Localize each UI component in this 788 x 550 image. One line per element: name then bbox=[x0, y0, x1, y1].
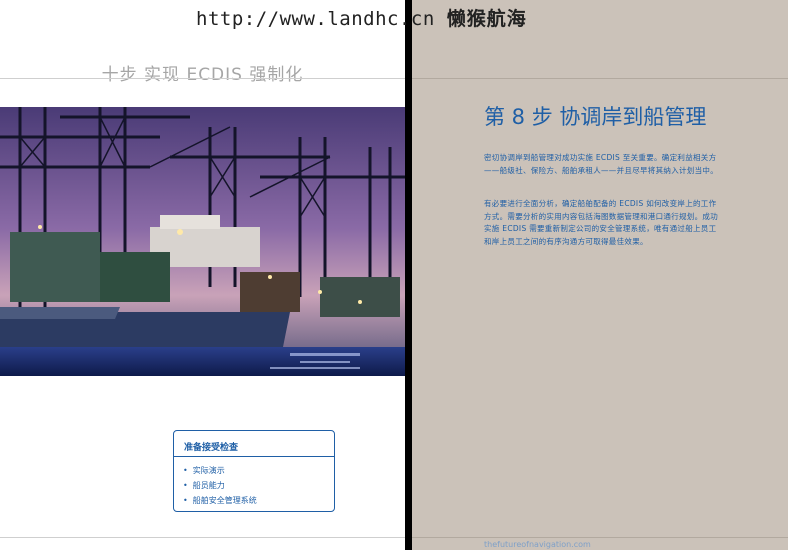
left-header-rule bbox=[0, 78, 405, 79]
bullet-icon: • bbox=[183, 481, 188, 490]
right-footer-rule bbox=[412, 537, 788, 538]
checklist-divider bbox=[174, 456, 334, 457]
checklist-items: • 实际演示 • 船员能力 • 船舶安全管理系统 bbox=[174, 463, 334, 508]
checklist-item: • 船舶安全管理系统 bbox=[183, 493, 334, 508]
watermark-brand: 懒猴航海 bbox=[446, 8, 527, 30]
left-footer-rule bbox=[0, 537, 405, 538]
footer-url-link[interactable]: thefutureofnavigation.com bbox=[484, 540, 591, 549]
page-spine bbox=[405, 0, 412, 550]
body-paragraph: 有必要进行全面分析，确定船舶配备的 ECDIS 如何改变岸上的工作方式。需要分析… bbox=[484, 199, 718, 246]
checklist-item: • 船员能力 bbox=[183, 478, 334, 493]
checklist-box: 准备接受检查 • 实际演示 • 船员能力 • 船舶安全管理系统 bbox=[173, 430, 335, 512]
watermark-url: http://www.landhc.cn bbox=[196, 8, 435, 30]
checklist-item-label: 实际演示 bbox=[192, 466, 225, 475]
right-header-rule bbox=[412, 78, 788, 79]
watermark: http://www.landhc.cn 懒猴航海 bbox=[196, 4, 527, 30]
checklist-item-label: 船舶安全管理系统 bbox=[192, 496, 257, 505]
bullet-icon: • bbox=[183, 466, 188, 475]
right-page: 第 8 步 协调岸到船管理 密切协调岸到船管理对成功实施 ECDIS 至关重要。… bbox=[412, 0, 788, 550]
body-paragraph: 密切协调岸到船管理对成功实施 ECDIS 至关重要。确定利益相关方——船级社、保… bbox=[484, 153, 718, 175]
port-crane-photo bbox=[0, 107, 405, 376]
bullet-icon: • bbox=[183, 496, 188, 505]
left-page: 十步 实现 ECDIS 强制化 准备接受检查 • 实际演示 • 船员能力 • 船… bbox=[0, 0, 405, 550]
checklist-title: 准备接受检查 bbox=[184, 443, 239, 453]
checklist-item: • 实际演示 bbox=[183, 463, 334, 478]
running-title: 十步 实现 ECDIS 强制化 bbox=[101, 65, 304, 85]
checklist-item-label: 船员能力 bbox=[192, 481, 225, 490]
step-title: 第 8 步 协调岸到船管理 bbox=[484, 105, 707, 129]
